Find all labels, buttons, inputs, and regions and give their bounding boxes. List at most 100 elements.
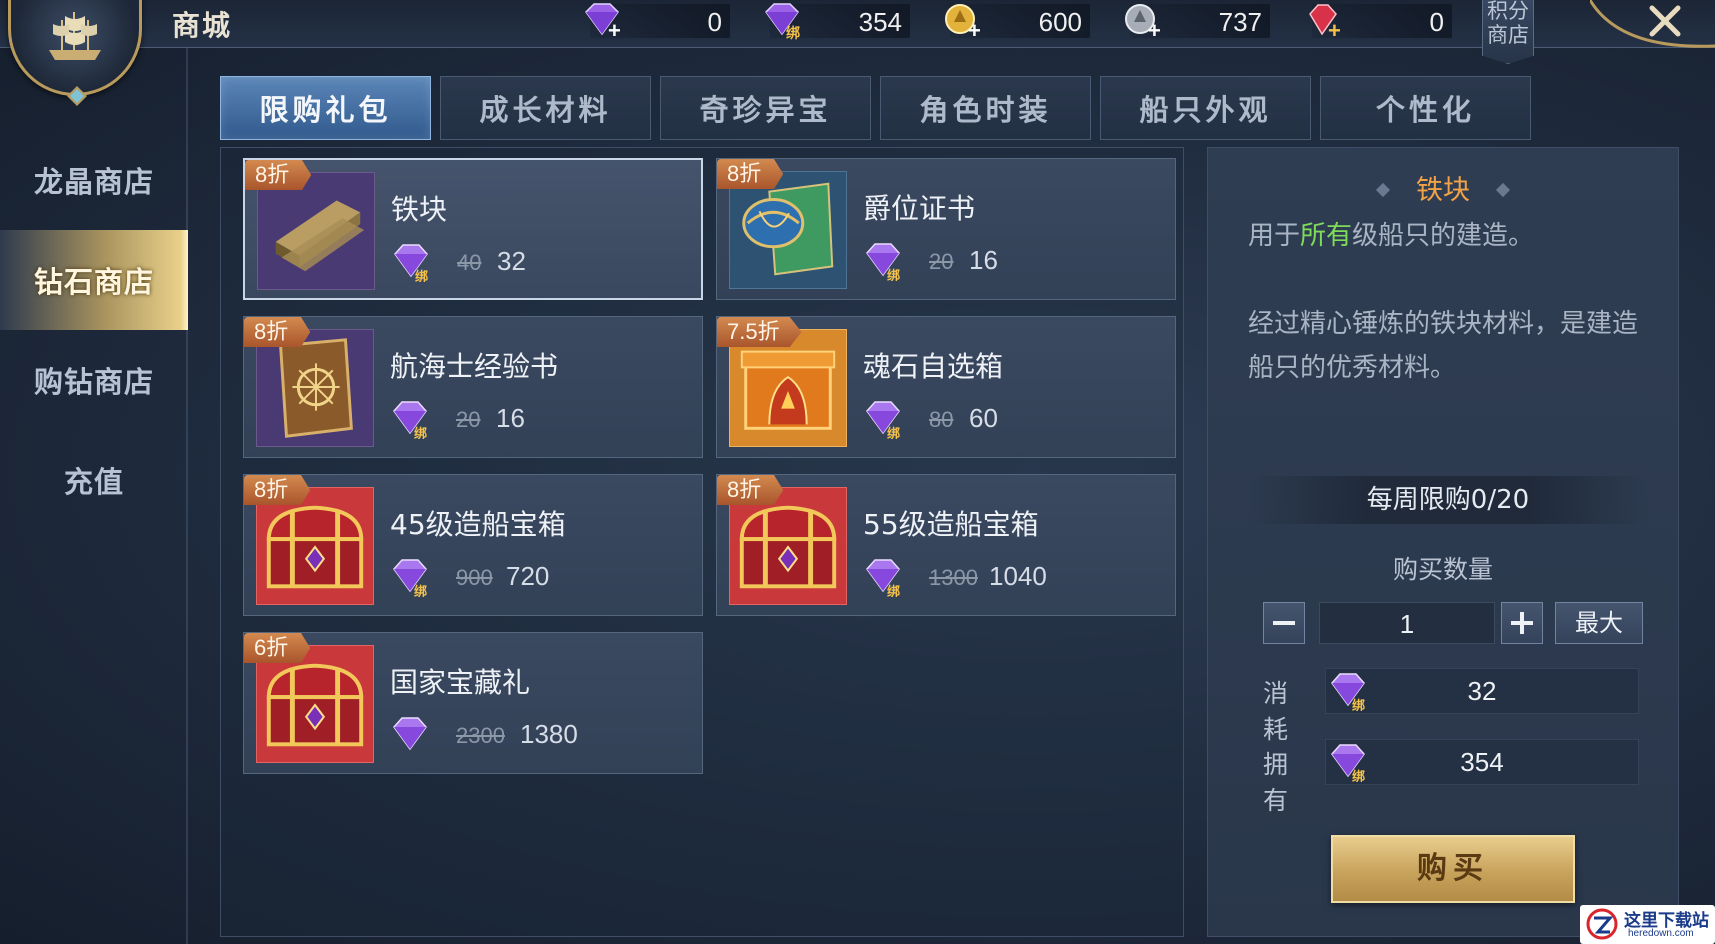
- tab-ship-appearance[interactable]: 船只外观: [1100, 76, 1311, 140]
- bound-purple-gem-icon: 绑: [393, 559, 427, 597]
- svg-text:绑: 绑: [415, 269, 428, 282]
- gold-coin-icon[interactable]: +: [940, 2, 984, 40]
- currency-value: 0: [1429, 7, 1444, 37]
- svg-text:+: +: [608, 18, 621, 40]
- page-title: 商城: [172, 9, 233, 42]
- tab-personalization[interactable]: 个性化: [1320, 76, 1531, 140]
- svg-text:绑: 绑: [414, 584, 427, 597]
- tab-limited-packs[interactable]: 限购礼包: [220, 76, 431, 140]
- sailing-ship-icon: [49, 12, 101, 60]
- weekly-limit-label: 每周限购0/20: [1248, 476, 1648, 524]
- highlight-text: 所有: [1300, 221, 1353, 251]
- sidebar-item-diamond-shop[interactable]: 钻石商店: [0, 230, 188, 330]
- svg-text:绑: 绑: [786, 25, 800, 40]
- item-name: 爵位证书: [863, 192, 976, 225]
- item-original-price: 2300: [456, 723, 505, 748]
- ship-emblem: [8, 0, 142, 106]
- item-list: 8折 铁块 绑 40 32 8折 爵位证书 绑 20 16 8折 航海士经验书 …: [220, 147, 1184, 937]
- item-original-price: 80: [929, 407, 954, 432]
- item-name: 铁块: [391, 193, 448, 226]
- currency-gold-coin: + 600: [945, 4, 1090, 40]
- purple-gem-icon[interactable]: +: [580, 2, 624, 40]
- currency-red-gem: + 0: [1309, 4, 1452, 40]
- bound-purple-gem-icon: 绑: [393, 401, 427, 439]
- item-original-price: 20: [456, 407, 481, 432]
- site-watermark: 这里下载站 heredown.com: [1580, 905, 1715, 944]
- item-price: 1040: [989, 561, 1047, 591]
- category-tabs: 限购礼包 成长材料 奇珍异宝 角色时装 船只外观 个性化: [220, 76, 1531, 140]
- owned-box: 绑 354: [1325, 739, 1639, 785]
- item-price: 16: [969, 245, 998, 275]
- sidebar-item-recharge[interactable]: 充值: [0, 430, 188, 530]
- item-price: 720: [506, 561, 550, 591]
- item-price: 32: [497, 246, 526, 276]
- tab-growth-materials[interactable]: 成长材料: [440, 76, 651, 140]
- item-price: 1380: [520, 719, 578, 749]
- soulstone-box-icon: [740, 350, 836, 430]
- discount-badge: 8折: [244, 317, 311, 347]
- currency-value: 354: [858, 7, 902, 37]
- shop-item-card[interactable]: 8折 航海士经验书 绑 20 16: [243, 316, 703, 458]
- max-quantity-button[interactable]: 最大: [1555, 602, 1643, 644]
- close-icon[interactable]: [1590, 0, 1715, 60]
- plus-icon: [1511, 612, 1533, 634]
- emblem-gem-icon: [67, 86, 87, 106]
- svg-text:绑: 绑: [887, 584, 900, 597]
- owned-label: 拥有: [1263, 750, 1289, 815]
- site-logo-icon: [1586, 908, 1618, 940]
- minus-icon: [1273, 621, 1295, 625]
- decrease-button[interactable]: [1263, 602, 1305, 644]
- shop-item-card[interactable]: 8折 55级造船宝箱 绑 1300 1040: [716, 474, 1176, 616]
- bound-purple-gem-icon: 绑: [866, 559, 900, 597]
- treasure-chest-icon: [266, 505, 364, 589]
- currency-silver-coin: + 737: [1125, 4, 1270, 40]
- detail-usage-text: 用于所有级船只的建造。: [1248, 221, 1535, 251]
- owned-value: 354: [1460, 747, 1504, 777]
- watermark-url: heredown.com: [1628, 928, 1694, 939]
- shop-item-card[interactable]: 8折 45级造船宝箱 绑 900 720: [243, 474, 703, 616]
- quantity-label: 购买数量: [1392, 555, 1493, 584]
- svg-text:+: +: [1328, 18, 1341, 40]
- diamond-ornament-icon: [1375, 182, 1391, 198]
- title-certificate-icon: [742, 182, 834, 276]
- shop-item-card[interactable]: 6折 国家宝藏礼 2300 1380: [243, 632, 703, 774]
- svg-text:绑: 绑: [887, 268, 900, 281]
- bound-purple-gem-icon: 绑: [394, 244, 428, 282]
- shop-item-card[interactable]: 7.5折 魂石自选箱 绑 80 60: [716, 316, 1176, 458]
- shop-item-card[interactable]: 8折 铁块 绑 40 32: [243, 158, 703, 300]
- red-gem-icon[interactable]: +: [1302, 2, 1346, 40]
- item-name: 45级造船宝箱: [390, 508, 566, 541]
- item-original-price: 20: [929, 249, 954, 274]
- silver-coin-icon[interactable]: +: [1120, 2, 1164, 40]
- item-original-price: 1300: [929, 565, 978, 590]
- item-detail-panel: 铁块 用于所有级船只的建造。 经过精心锤炼的铁块材料，是建造船只的优秀材料。 每…: [1207, 147, 1679, 937]
- item-name: 国家宝藏礼: [390, 666, 531, 699]
- currency-bound-gem: 绑 354: [765, 3, 910, 40]
- item-original-price: 40: [457, 250, 482, 275]
- sidebar-item-buy-diamond-shop[interactable]: 购钻商店: [0, 330, 188, 430]
- item-price: 60: [969, 403, 998, 433]
- cost-box: 绑 32: [1325, 668, 1639, 714]
- item-name: 55级造船宝箱: [863, 508, 1039, 541]
- detail-description: 经过精心锤炼的铁块材料，是建造船只的优秀材料。: [1248, 309, 1639, 383]
- discount-badge: 8折: [245, 160, 312, 190]
- item-name: 航海士经验书: [390, 350, 559, 383]
- buy-button[interactable]: 购买: [1331, 835, 1575, 903]
- currency-value: 600: [1038, 7, 1082, 37]
- quantity-input[interactable]: 1: [1319, 602, 1495, 644]
- tab-rare-treasures[interactable]: 奇珍异宝: [660, 76, 871, 140]
- bound-purple-gem-icon: 绑: [866, 401, 900, 439]
- detail-title: 铁块: [1208, 168, 1678, 207]
- discount-badge: 6折: [244, 633, 311, 663]
- currency-value: 0: [707, 7, 722, 37]
- shop-item-card[interactable]: 8折 爵位证书 绑 20 16: [716, 158, 1176, 300]
- sidebar-item-dragon-crystal-shop[interactable]: 龙晶商店: [0, 130, 188, 230]
- item-price: 16: [496, 403, 525, 433]
- currency-value: 737: [1218, 7, 1262, 37]
- increase-button[interactable]: [1501, 602, 1543, 644]
- bound-purple-gem-icon: 绑: [866, 243, 900, 281]
- discount-badge: 8折: [717, 475, 784, 505]
- treasure-chest-icon: [739, 505, 837, 589]
- tab-character-fashion[interactable]: 角色时装: [880, 76, 1091, 140]
- points-shop-button[interactable]: 积分商店: [1482, 0, 1534, 64]
